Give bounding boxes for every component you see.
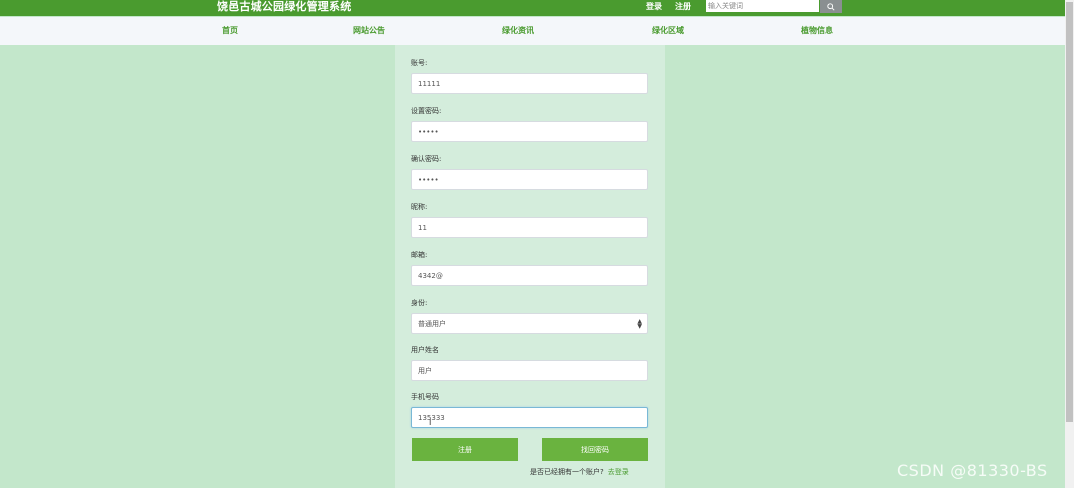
go-login-link[interactable]: 去登录	[608, 468, 629, 476]
text-cursor-icon: I	[429, 418, 432, 427]
confirm-password-label: 确认密码:	[411, 155, 442, 163]
email-input[interactable]: 4342@	[411, 265, 648, 286]
confirm-password-input[interactable]: •••••	[411, 169, 648, 190]
register-link[interactable]: 注册	[675, 1, 691, 12]
confirm-password-value: •••••	[418, 175, 439, 184]
site-title: 饶邑古城公园绿化管理系统	[217, 0, 352, 13]
search-icon	[827, 2, 835, 11]
phone-value: 135333	[418, 413, 445, 422]
login-link[interactable]: 登录	[646, 1, 662, 12]
page-scrollbar[interactable]	[1065, 0, 1074, 488]
real-name-input[interactable]: 用户	[411, 360, 648, 381]
account-label: 账号:	[411, 59, 428, 67]
account-value: 11111	[418, 79, 441, 88]
nav-item-plant-info[interactable]: 植物信息	[801, 25, 833, 36]
password-input[interactable]: •••••	[411, 121, 648, 142]
password-label: 设置密码:	[411, 107, 442, 115]
have-account-text: 是否已经拥有一个账户?	[530, 468, 604, 476]
role-select[interactable]: 普通用户 ▲ ▼	[411, 313, 648, 334]
email-label: 邮箱:	[411, 251, 428, 259]
account-input[interactable]: 11111	[411, 73, 648, 94]
nav-item-home[interactable]: 首页	[222, 25, 238, 36]
role-label: 身份:	[411, 299, 428, 307]
reset-password-button[interactable]: 找回密码	[542, 438, 648, 461]
nickname-label: 昵称:	[411, 203, 428, 211]
register-panel: 账号: 11111 设置密码: ••••• 确认密码: ••••• 昵称: 11…	[395, 45, 665, 488]
scroll-thumb[interactable]	[1066, 2, 1073, 422]
real-name-label: 用户姓名	[411, 346, 439, 354]
real-name-value: 用户	[418, 366, 432, 375]
nickname-input[interactable]: 11	[411, 217, 648, 238]
main-nav: 首页 网站公告 绿化资讯 绿化区域 植物信息	[0, 17, 1065, 45]
nav-item-greening-news[interactable]: 绿化资讯	[502, 25, 534, 36]
role-value: 普通用户	[418, 319, 446, 328]
email-value: 4342@	[418, 271, 443, 280]
search-input[interactable]	[706, 0, 819, 12]
phone-label: 手机号码	[411, 393, 439, 401]
top-bar: 饶邑古城公园绿化管理系统 登录 注册	[0, 0, 1065, 16]
nav-item-announcements[interactable]: 网站公告	[353, 25, 385, 36]
nickname-value: 11	[418, 223, 427, 232]
select-arrows-icon: ▲ ▼	[637, 318, 642, 330]
login-hint: 是否已经拥有一个账户? 去登录	[530, 467, 629, 477]
register-button[interactable]: 注册	[412, 438, 518, 461]
search-button[interactable]	[820, 0, 842, 13]
phone-input[interactable]: 135333	[411, 407, 648, 428]
password-value: •••••	[418, 127, 439, 136]
watermark: CSDN @81330-BS	[897, 461, 1048, 480]
nav-item-greening-areas[interactable]: 绿化区域	[652, 25, 684, 36]
